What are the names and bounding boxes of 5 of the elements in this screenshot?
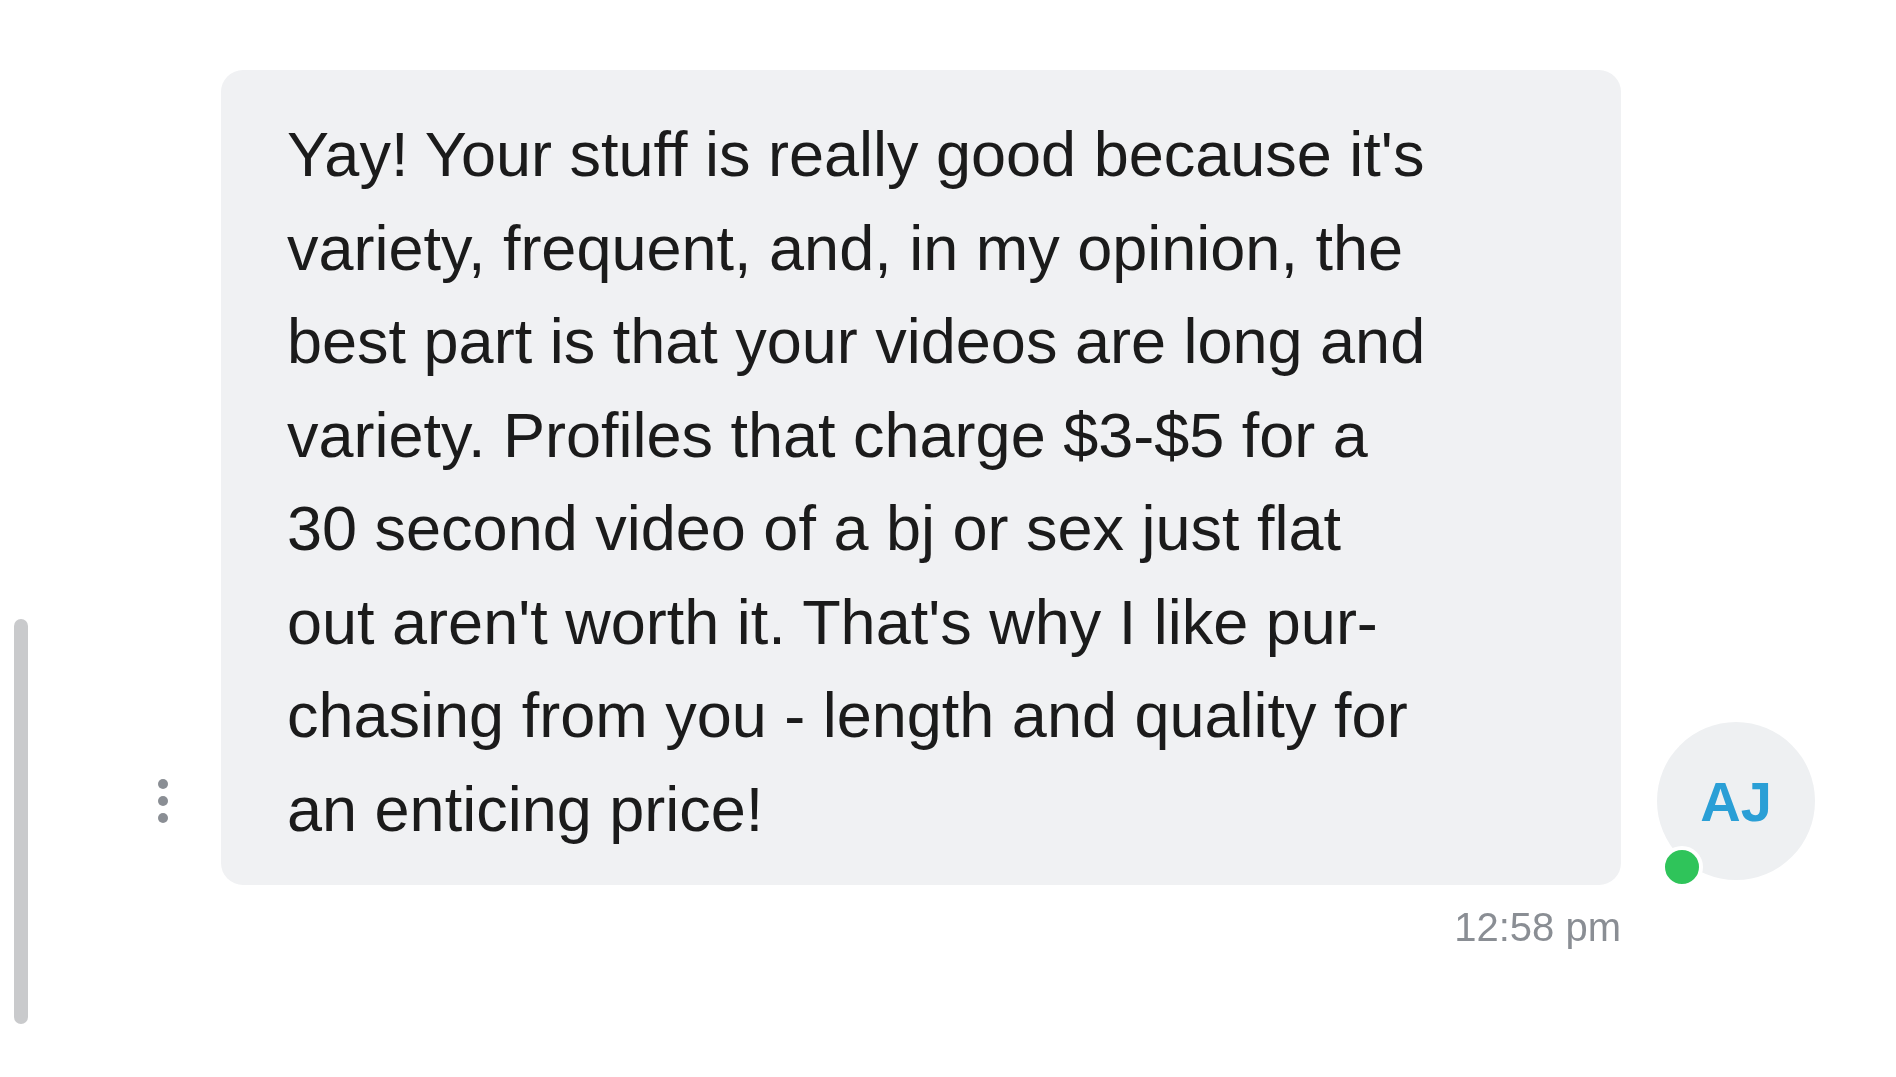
- message-time: 12:58 pm: [1454, 905, 1621, 950]
- scrollbar[interactable]: [14, 619, 28, 1024]
- more-options-icon[interactable]: [157, 778, 169, 824]
- avatar-initials: AJ: [1700, 768, 1772, 834]
- message-text: Yay! Your stuff is really good because it's variety, frequent, and, in my opinion, the best part is that your videos are long and variety. Profiles that charge $3-$5 for a 30 second video of a bj or sex just flat out aren't worth it. That's why I like pur- chasing from you - length and quality for an enticing price!: [287, 118, 1426, 846]
